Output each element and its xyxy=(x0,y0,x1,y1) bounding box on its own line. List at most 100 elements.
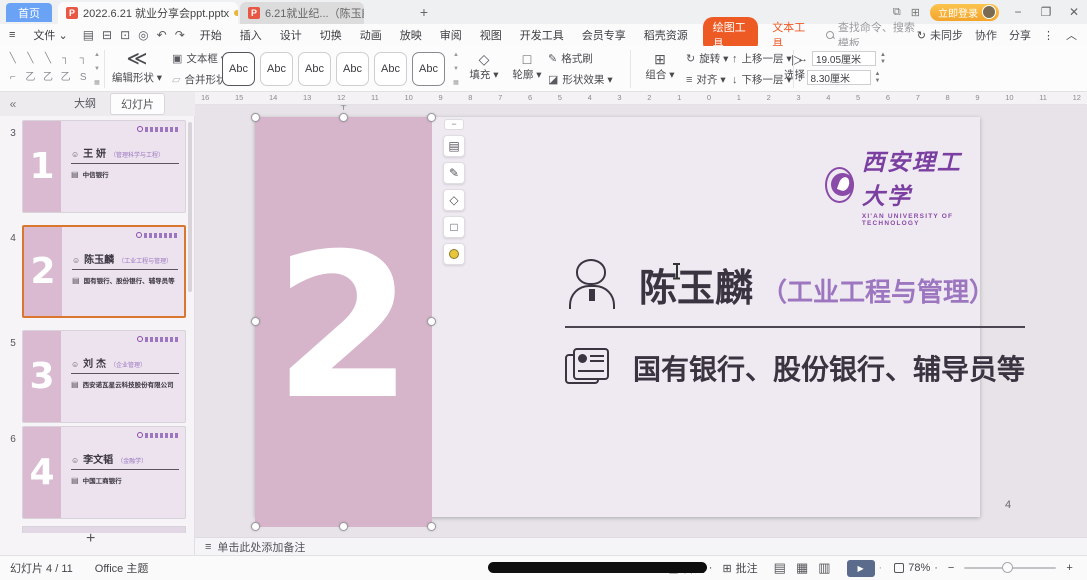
presenter-name[interactable]: 陈玉麟 xyxy=(639,257,753,312)
presenter-destination[interactable]: 国有银行、股份银行、辅导员等 xyxy=(633,348,1025,388)
resize-handle-nw[interactable] xyxy=(251,113,260,122)
slide-thumbnail-selected[interactable]: 2 ☺ 陈玉麟 （工业工程与管理） ▤ 国有银行、股份银行、辅导员等 xyxy=(22,225,186,318)
shape-fill-icon[interactable]: ◇ xyxy=(443,189,465,211)
shape-style-option[interactable]: Abc xyxy=(298,52,331,86)
tab-start[interactable]: 开始 xyxy=(191,27,231,43)
add-slide-button[interactable]: + xyxy=(86,530,95,548)
slide-content[interactable]: 陈玉麟 （工业工程与管理） 国有银行、股份银行、辅导员等 xyxy=(565,257,1025,388)
document-tab-active[interactable]: P 2022.6.21 就业分享会ppt.pptx xyxy=(58,2,238,24)
edit-shape-button[interactable]: ≪ 编辑形状 ▾ xyxy=(108,48,166,85)
rotate-handle[interactable] xyxy=(339,105,348,106)
selected-shape[interactable]: 2 xyxy=(255,117,432,527)
zoom-slider-handle[interactable] xyxy=(1002,562,1013,573)
document-tab-inactive[interactable]: P 6.21就业纪...（陈玉麟部分） xyxy=(240,2,364,24)
collapse-ribbon-icon[interactable]: ︿ xyxy=(1066,27,1077,43)
print-icon[interactable]: ⊡ xyxy=(120,28,130,42)
collapse-quicktools-button[interactable]: − xyxy=(444,119,464,130)
curve-shape-icon[interactable]: S xyxy=(74,69,92,88)
resize-handle-w[interactable] xyxy=(251,317,260,326)
lightbulb-icon[interactable] xyxy=(443,243,465,265)
resize-handle-sw[interactable] xyxy=(251,522,260,531)
slide-thumbnail-partial[interactable] xyxy=(22,526,186,533)
resize-handle-n[interactable] xyxy=(339,113,348,122)
tab-insert[interactable]: 插入 xyxy=(231,27,271,43)
home-tab[interactable]: 首页 xyxy=(6,3,52,22)
slideshow-play-button[interactable]: ▶ xyxy=(847,560,875,577)
shape-style-option[interactable]: Abc xyxy=(336,52,369,86)
tab-transition[interactable]: 切换 xyxy=(311,27,351,43)
normal-view-icon[interactable]: ▤ xyxy=(774,560,786,576)
slide-sorter-icon[interactable]: ▦ xyxy=(796,560,808,576)
theme-name[interactable]: Office 主题 xyxy=(95,560,149,576)
tab-outline[interactable]: 大纲 xyxy=(64,93,106,115)
tab-slides[interactable]: 幻灯片 xyxy=(110,93,165,115)
tab-animation[interactable]: 动画 xyxy=(351,27,391,43)
style-gallery-scroll[interactable]: ▲▼▦ xyxy=(452,50,460,88)
zoom-slider[interactable] xyxy=(964,567,1056,569)
connector-icon[interactable]: 乙 xyxy=(22,69,40,88)
restore-button[interactable]: ❐ xyxy=(1037,5,1055,19)
tab-review[interactable]: 审阅 xyxy=(431,27,471,43)
zoom-out-button[interactable]: − xyxy=(948,562,954,574)
apps-grid-icon[interactable]: ⊞ xyxy=(911,6,920,19)
login-button[interactable]: 立即登录 xyxy=(930,4,999,21)
elbow-connector-icon[interactable]: ┐ xyxy=(57,50,75,69)
tab-member[interactable]: 会员专享 xyxy=(573,27,635,43)
elbow-connector-icon[interactable]: ┐ xyxy=(74,50,92,69)
minimize-button[interactable]: − xyxy=(1009,5,1027,19)
redo-icon[interactable]: ↷ xyxy=(175,28,185,42)
tab-templates[interactable]: 稻壳资源 xyxy=(635,27,697,43)
resize-handle-s[interactable] xyxy=(339,522,348,531)
shape-width-input[interactable] xyxy=(812,51,876,66)
resize-handle-se[interactable] xyxy=(427,522,436,531)
connector-icon[interactable]: 乙 xyxy=(57,69,75,88)
line-shape-icon[interactable]: ╲ xyxy=(22,50,40,69)
shape-effects-button[interactable]: ◪ 形状效果 ▾ xyxy=(548,72,622,87)
notes-bar[interactable]: ≡ 单击此处添加备注 xyxy=(195,537,1087,555)
presenter-major[interactable]: （工业工程与管理） xyxy=(761,272,995,309)
group-button[interactable]: ⊞ 组合 ▾ xyxy=(638,51,682,82)
sync-status[interactable]: ↻ 未同步 xyxy=(917,27,963,43)
zoom-in-button[interactable]: + xyxy=(1066,562,1072,574)
resize-handle-e[interactable] xyxy=(427,317,436,326)
tab-view[interactable]: 视图 xyxy=(471,27,511,43)
editing-canvas[interactable]: 西安理工大学 XI'AN UNIVERSITY OF TECHNOLOGY 陈玉… xyxy=(195,105,1087,537)
undo-icon[interactable]: ↶ xyxy=(157,28,167,42)
layers-icon[interactable]: ▤ xyxy=(443,135,465,157)
tab-devtools[interactable]: 开发工具 xyxy=(511,27,573,43)
width-stepper[interactable]: ▲▼ xyxy=(880,52,886,66)
reading-view-icon[interactable]: ▥ xyxy=(818,560,830,576)
slide-thumbnail[interactable]: 1 ☺ 王 妍 （管理科学与工程） ▤ 中信银行 xyxy=(22,120,186,213)
shape-gallery[interactable]: ╲ ╲ ╲ ┐ ┐ ⌐ 乙 乙 乙 S xyxy=(4,50,92,88)
play-options-icon[interactable]: · xyxy=(879,562,883,574)
line-shape-icon[interactable]: ╲ xyxy=(4,50,22,69)
file-menu[interactable]: 文件 ⌄ xyxy=(24,27,76,43)
more-icon[interactable]: ⋮ xyxy=(1043,29,1054,42)
preview-icon[interactable]: ◎ xyxy=(138,28,148,42)
frame-icon[interactable]: □ xyxy=(443,216,465,238)
collaborate-button[interactable]: 协作 xyxy=(975,27,997,43)
tab-slideshow[interactable]: 放映 xyxy=(391,27,431,43)
slide-thumbnail[interactable]: 3 ☺ 刘 杰 （企业管理） ▤ 西安诺瓦星云科技股份有限公司 xyxy=(22,330,186,423)
new-tab-button[interactable]: + xyxy=(414,2,434,22)
pen-icon[interactable]: ✎ xyxy=(443,162,465,184)
hamburger-icon[interactable]: ≡ xyxy=(0,29,24,41)
shape-style-option[interactable]: Abc xyxy=(374,52,407,86)
shape-style-option[interactable]: Abc xyxy=(260,52,293,86)
tab-design[interactable]: 设计 xyxy=(271,27,311,43)
shape-style-option[interactable]: Abc xyxy=(412,52,445,86)
shape-style-option[interactable]: Abc xyxy=(222,52,255,86)
sidebar-scrollbar[interactable] xyxy=(188,122,192,292)
close-button[interactable]: ✕ xyxy=(1065,5,1083,19)
outline-button[interactable]: □ 轮廓 ▾ xyxy=(505,51,549,82)
zoom-fit-button[interactable]: 78% · xyxy=(894,562,938,574)
connector-icon[interactable]: 乙 xyxy=(39,69,57,88)
shape-height-input[interactable] xyxy=(807,70,871,85)
collapse-panel-icon[interactable]: « xyxy=(0,97,26,111)
window-layout-icon[interactable]: ⧉ xyxy=(893,6,901,19)
resize-handle-ne[interactable] xyxy=(427,113,436,122)
select-button[interactable]: ▷ 选择 ▾ xyxy=(754,51,794,82)
format-painter-button[interactable]: ✎ 格式刷 xyxy=(548,51,622,66)
slide-thumbnail[interactable]: 4 ☺ 李文韬 （金融学） ▤ 中国工商银行 xyxy=(22,426,186,519)
export-icon[interactable]: ⊟ xyxy=(102,28,112,42)
